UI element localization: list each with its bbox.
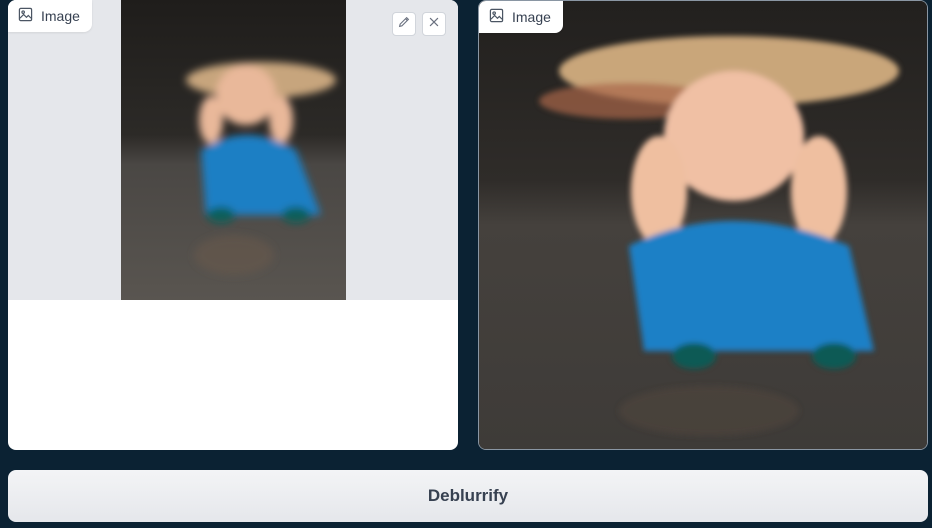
deblurrify-button[interactable]: Deblurrify: [8, 470, 928, 522]
close-icon: [427, 15, 441, 34]
input-image-area[interactable]: [8, 0, 458, 300]
input-image-label-text: Image: [41, 8, 80, 24]
output-photo: [479, 1, 927, 449]
image-icon: [18, 7, 33, 25]
deblurred-figurine-image: [479, 1, 927, 449]
input-photo: [121, 0, 346, 300]
blurred-figurine-image: [121, 0, 346, 300]
output-image-label: Image: [479, 1, 563, 33]
output-image-label-text: Image: [512, 9, 551, 25]
pencil-icon: [397, 15, 411, 34]
output-image-panel: Image: [478, 0, 928, 450]
input-image-label: Image: [8, 0, 92, 32]
input-image-panel[interactable]: Image: [8, 0, 458, 450]
clear-image-button[interactable]: [422, 12, 446, 36]
image-icon: [489, 8, 504, 26]
edit-image-button[interactable]: [392, 12, 416, 36]
